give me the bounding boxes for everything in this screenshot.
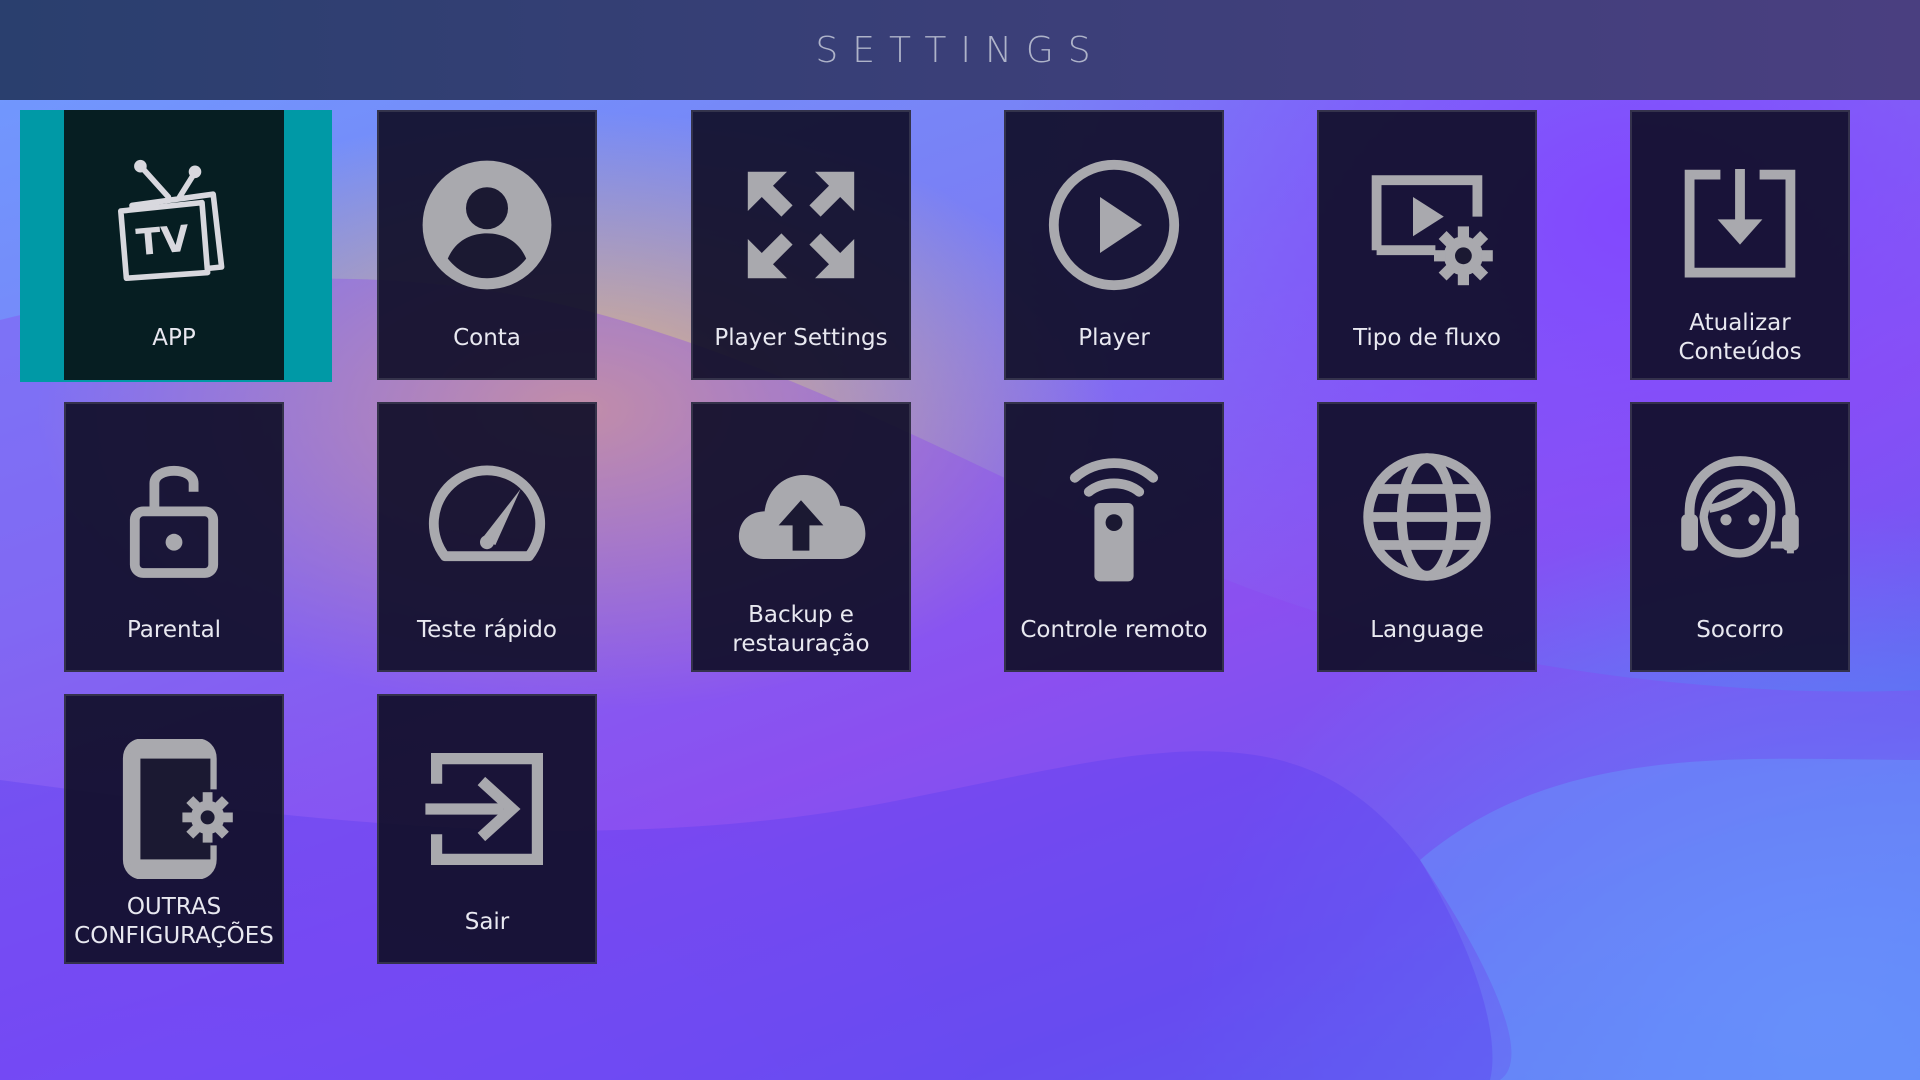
tile-backup-restauracao[interactable]: Backup e restauração [691,402,911,672]
remote-control-icon [1039,442,1189,592]
tile-label: APP [152,324,196,351]
fullscreen-icon [726,150,876,300]
tile-label: Player Settings [714,324,888,351]
settings-header: SETTINGS [0,0,1920,100]
tile-teste-rapido[interactable]: Teste rápido [377,402,597,672]
cloud-upload-icon [726,442,876,592]
tile-controle-remoto[interactable]: Controle remoto [1004,402,1224,672]
tile-parental[interactable]: Parental [64,402,284,672]
svg-text:TV: TV [134,217,191,264]
video-settings-icon [1352,150,1502,300]
tile-tipo-de-fluxo[interactable]: Tipo de fluxo [1317,110,1537,380]
tile-app[interactable]: TV APP [64,110,284,380]
tile-player-settings[interactable]: Player Settings [691,110,911,380]
tile-sair[interactable]: Sair [377,694,597,964]
tile-socorro[interactable]: Socorro [1630,402,1850,672]
tile-label: Player [1078,324,1150,351]
tile-label: Parental [126,616,222,643]
tile-label: Tipo de fluxo [1353,324,1501,351]
tile-label: Atualizar Conteúdos [1678,310,1802,365]
tile-player[interactable]: Player [1004,110,1224,380]
play-circle-icon [1039,150,1189,300]
tile-outras-configuracoes[interactable]: OUTRAS CONFIGURAÇÕES [64,694,284,964]
tile-label: Sair [464,908,510,935]
page-title: SETTINGS [815,29,1105,71]
support-agent-icon [1665,442,1815,592]
globe-icon [1352,442,1502,592]
tile-label: Language [1370,616,1484,643]
tv-icon: TV [99,150,249,300]
tile-label: Socorro [1696,616,1784,643]
tile-label: Teste rápido [417,616,557,643]
unlock-icon [99,442,249,592]
download-icon [1665,150,1815,300]
tile-label: Backup e restauração [732,602,870,657]
account-icon [412,150,562,300]
tile-label: Controle remoto [1020,616,1208,643]
tile-label: Conta [453,324,521,351]
phone-settings-icon [99,734,249,884]
tile-atualizar-conteudos[interactable]: Atualizar Conteúdos [1630,110,1850,380]
tile-label: OUTRAS CONFIGURAÇÕES [74,894,274,949]
logout-icon [412,734,562,884]
speedometer-icon [412,442,562,592]
tile-conta[interactable]: Conta [377,110,597,380]
tile-language[interactable]: Language [1317,402,1537,672]
